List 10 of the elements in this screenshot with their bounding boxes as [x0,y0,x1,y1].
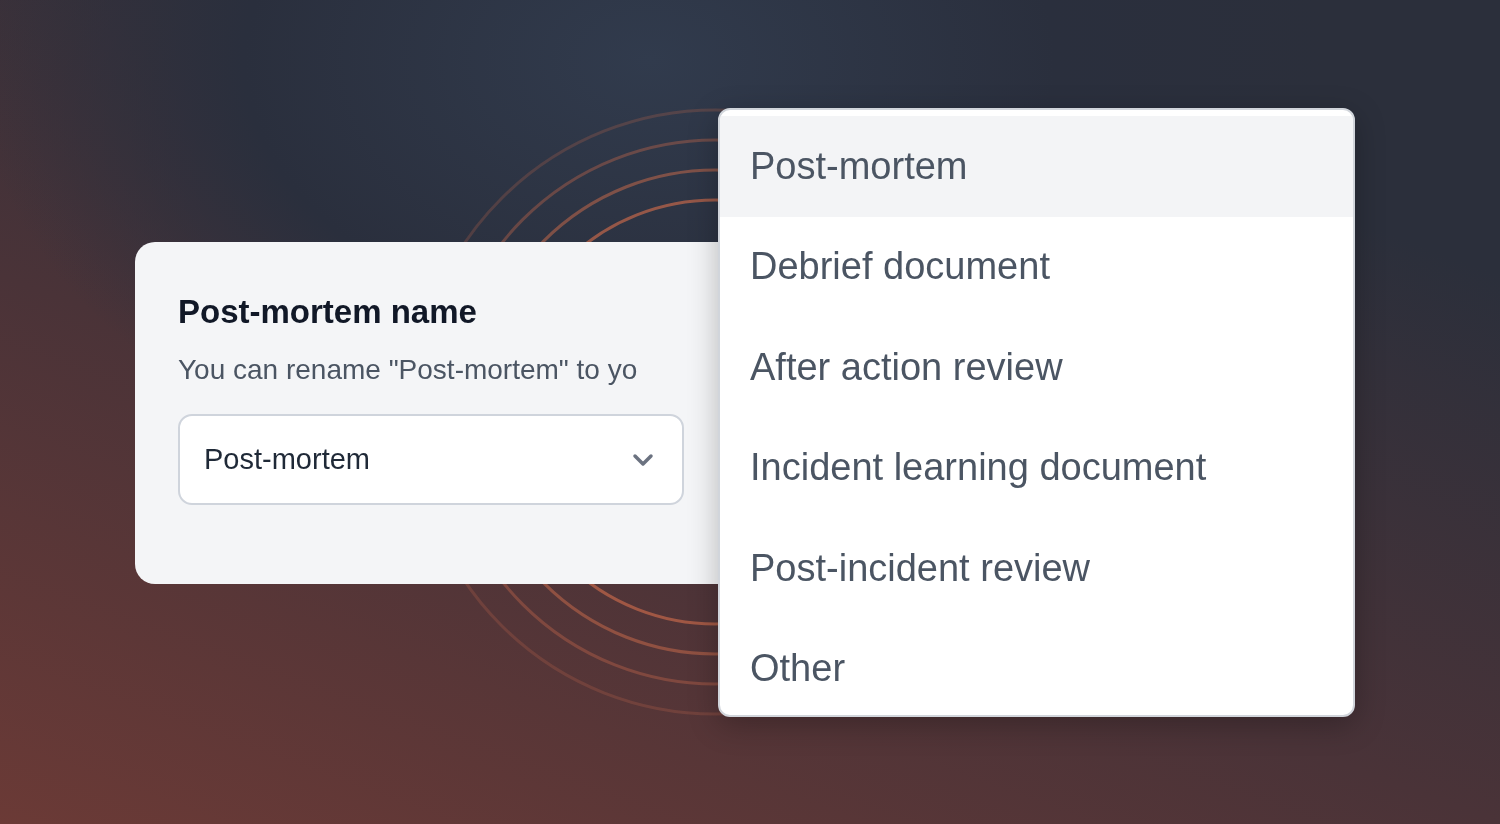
chevron-down-icon [632,452,654,467]
dropdown-option[interactable]: Post-incident review [720,518,1353,619]
dropdown-option[interactable]: Debrief document [720,216,1353,317]
dropdown-option[interactable]: After action review [720,317,1353,418]
dropdown-option[interactable]: Post-mortem [720,116,1353,217]
description-text: You can rename "Post-mortem" to yo [178,353,638,387]
name-select[interactable]: Post-mortem [178,414,684,505]
dropdown-option[interactable]: Incident learning document [720,417,1353,518]
dropdown-option[interactable]: Other [720,618,1353,715]
card-title: Post-mortem name [178,292,478,332]
